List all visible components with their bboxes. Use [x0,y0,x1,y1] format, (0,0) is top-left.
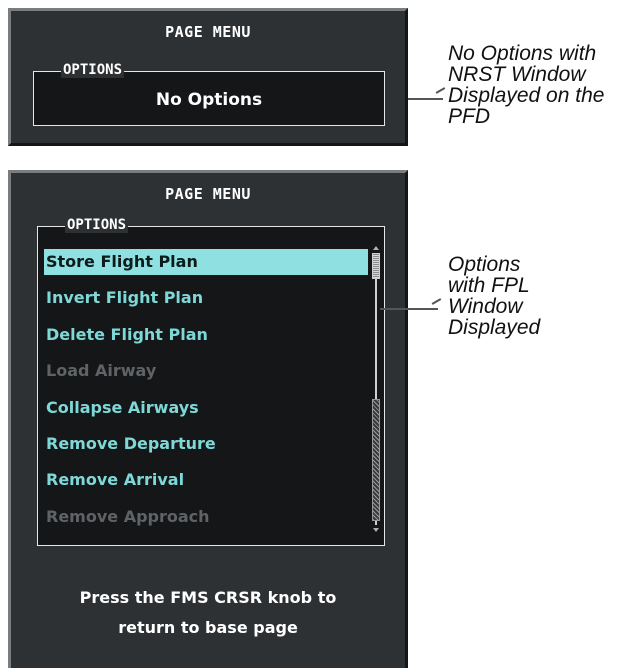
page-menu-title: PAGE MENU [165,185,251,203]
callout-line: Displayed on the [448,84,605,107]
callout-line: PFD [448,105,490,128]
options-box: No Options [33,71,385,126]
callout-line: with FPL [448,274,530,297]
options-list: Store Flight Plan Invert Flight Plan Del… [44,249,368,540]
callout-line: No Options with [448,42,597,65]
scroll-track-hatch [372,399,380,521]
callout-line: Options [448,253,521,276]
callout-line: NRST Window [448,63,586,86]
footer-line-1: Press the FMS CRSR knob to [79,588,337,607]
menu-item-delete-flight-plan[interactable]: Delete Flight Plan [44,322,368,348]
menu-item-collapse-airways[interactable]: Collapse Airways [44,395,368,421]
callout-no-options: No Options with NRST Window Displayed on… [448,43,618,127]
menu-item-remove-approach: Remove Approach [46,506,210,526]
options-label: OPTIONS [61,62,125,78]
callout-leader-bottom [380,308,438,310]
callout-line: Displayed [448,316,541,339]
callout-leader-top [408,98,443,100]
menu-item-remove-departure[interactable]: Remove Departure [44,431,368,457]
footer-line-2: return to base page [118,618,298,637]
page-menu-title: PAGE MENU [165,23,251,41]
footer-instruction: Press the FMS CRSR knob to return to bas… [11,583,405,643]
page-menu-panel-fpl: PAGE MENU Store Flight Plan Invert Fligh… [8,170,408,668]
options-label: OPTIONS [65,217,129,233]
menu-item-store-flight-plan[interactable]: Store Flight Plan [44,249,368,275]
callout-fpl-options: Options with FPL Window Displayed [448,254,618,338]
options-scrollbar[interactable] [372,246,380,532]
menu-item-remove-arrival[interactable]: Remove Arrival [44,467,368,493]
options-box: Store Flight Plan Invert Flight Plan Del… [37,226,385,546]
callout-leader-bottom-tail [431,298,442,305]
callout-leader-top-tail [435,87,446,94]
no-options-text: No Options [155,90,263,110]
scroll-up-icon [373,246,379,250]
menu-item-load-airway: Load Airway [46,361,157,381]
scroll-thumb[interactable] [372,253,380,279]
menu-item-invert-flight-plan[interactable]: Invert Flight Plan [44,285,368,311]
scroll-down-icon [373,528,379,532]
callout-line: Window [448,295,523,318]
page-menu-panel-nrst: PAGE MENU No Options OPTIONS [8,8,408,146]
